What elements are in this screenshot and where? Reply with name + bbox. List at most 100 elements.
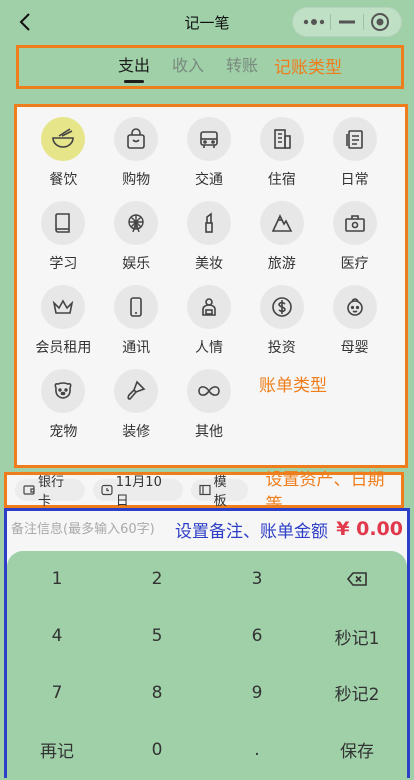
date-label: 11月10日: [115, 475, 162, 509]
category-item-travel[interactable]: 旅游: [245, 199, 318, 277]
category-item-study[interactable]: 学习: [27, 199, 100, 277]
key-7[interactable]: 7: [7, 665, 107, 722]
account-selector[interactable]: 银行卡: [15, 475, 85, 509]
mini-program-capsule: [292, 7, 402, 37]
category-item-entertainment[interactable]: 娱乐: [100, 199, 173, 277]
category-label: 餐饮: [49, 172, 78, 188]
bus-icon: [186, 117, 231, 161]
category-item-investment[interactable]: 投资: [245, 283, 318, 361]
back-button[interactable]: [12, 8, 40, 36]
building-icon: [259, 117, 304, 161]
save-key[interactable]: 保存: [307, 721, 407, 778]
entry-type-tabs: 支出 收入 转账: [118, 52, 258, 82]
annotation-entry-type: 记账类型: [274, 57, 343, 78]
category-label: 通讯: [122, 340, 151, 356]
chevron-left-icon: [19, 13, 30, 31]
category-item-dining[interactable]: 餐饮: [27, 115, 100, 193]
gift-person-icon: [186, 285, 231, 329]
category-label: 美妆: [194, 256, 223, 272]
category-item-shopping[interactable]: 购物: [100, 115, 173, 193]
key-5[interactable]: 5: [107, 608, 207, 665]
template-selector[interactable]: 模板: [190, 475, 248, 509]
category-item-baby[interactable]: 母婴: [318, 283, 391, 361]
category-label: 购物: [122, 172, 151, 188]
minus-icon: [338, 20, 355, 24]
page-title: 记一笔: [184, 13, 230, 32]
key-0[interactable]: 0: [107, 721, 207, 778]
category-label: 交通: [194, 172, 223, 188]
category-item-daily[interactable]: 日常: [318, 115, 391, 193]
tab-expense[interactable]: 支出: [118, 52, 150, 82]
minimize-button[interactable]: [334, 9, 360, 35]
bowl-icon: [41, 117, 86, 161]
book-icon: [41, 201, 86, 245]
entry-type-tabbar: 支出 收入 转账 记账类型: [16, 45, 404, 89]
quick-entry-1-key[interactable]: 秒记1: [307, 608, 407, 665]
infinity-icon: [186, 369, 231, 413]
category-label: 旅游: [267, 256, 296, 272]
options-bar: 银行卡 11月10日 模板 设置资产、日期等: [4, 470, 404, 515]
category-item-other[interactable]: 其他: [173, 367, 246, 445]
category-label: 医疗: [340, 256, 369, 272]
more-button[interactable]: [301, 9, 327, 35]
wallet-icon: [23, 485, 35, 495]
category-panel: 餐饮 购物 交通 住宿 日常 学习 娱乐 美妆 旅游 医疗 会员租用 通讯 人情…: [14, 104, 408, 468]
key-8[interactable]: 8: [107, 665, 207, 722]
template-icon: [199, 484, 211, 496]
dog-icon: [41, 369, 86, 413]
category-item-telecom[interactable]: 通讯: [100, 283, 173, 361]
record-again-key[interactable]: 再记: [7, 721, 107, 778]
category-grid: 餐饮 购物 交通 住宿 日常 学习 娱乐 美妆 旅游 医疗 会员租用 通讯 人情…: [17, 115, 405, 445]
category-label: 娱乐: [122, 256, 151, 272]
key-4[interactable]: 4: [7, 608, 107, 665]
category-label: 会员租用: [35, 340, 92, 356]
key-2[interactable]: 2: [107, 551, 207, 608]
target-circle-icon: [371, 13, 390, 31]
category-item-lodging[interactable]: 住宿: [245, 115, 318, 193]
crown-icon: [41, 285, 86, 329]
tab-income[interactable]: 收入: [172, 52, 204, 82]
close-button[interactable]: [367, 9, 393, 35]
remark-input[interactable]: [11, 521, 171, 537]
baby-icon: [332, 285, 377, 329]
key-1[interactable]: 1: [7, 551, 107, 608]
paint-brush-icon: [114, 369, 159, 413]
title-bar: 记一笔: [0, 0, 414, 44]
category-item-membership[interactable]: 会员租用: [27, 283, 100, 361]
quick-entry-2-key[interactable]: 秒记2: [307, 665, 407, 722]
decimal-key[interactable]: .: [207, 721, 307, 778]
dollar-coin-icon: [259, 285, 304, 329]
entry-panel: 设置备注、账单金额 ¥ 0.00 1 2 3 4 5 6 秒记1 7 8 9 秒…: [4, 508, 410, 778]
more-dots-icon: [303, 19, 324, 25]
category-item-gifts[interactable]: 人情: [173, 283, 246, 361]
template-label: 模板: [213, 475, 227, 509]
amount-display: ¥ 0.00: [336, 518, 403, 540]
category-item-pets[interactable]: 宠物: [27, 367, 100, 445]
category-label: 母婴: [340, 340, 369, 356]
category-item-transport[interactable]: 交通: [173, 115, 246, 193]
key-6[interactable]: 6: [207, 608, 307, 665]
annotation-category: 账单类型: [259, 376, 327, 396]
category-item-medical[interactable]: 医疗: [318, 199, 391, 277]
key-3[interactable]: 3: [207, 551, 307, 608]
category-item-beauty[interactable]: 美妆: [173, 199, 246, 277]
clock-icon: [101, 484, 113, 496]
category-label: 投资: [267, 340, 296, 356]
category-label: 住宿: [267, 172, 296, 188]
phone-icon: [114, 285, 159, 329]
category-label: 日常: [340, 172, 369, 188]
document-icon: [332, 117, 377, 161]
key-9[interactable]: 9: [207, 665, 307, 722]
tab-transfer[interactable]: 转账: [226, 52, 258, 82]
lipstick-icon: [186, 201, 231, 245]
category-item-renovation[interactable]: 装修: [100, 367, 173, 445]
backspace-icon: [346, 572, 367, 587]
date-selector[interactable]: 11月10日: [92, 475, 183, 509]
category-label: 宠物: [49, 424, 78, 440]
backspace-key[interactable]: [307, 551, 407, 608]
capsule-divider: [363, 14, 365, 30]
category-label: 人情: [194, 340, 223, 356]
category-label: 其他: [194, 424, 223, 440]
category-label: 装修: [122, 424, 151, 440]
annotation-entry: 设置备注、账单金额: [175, 521, 328, 542]
